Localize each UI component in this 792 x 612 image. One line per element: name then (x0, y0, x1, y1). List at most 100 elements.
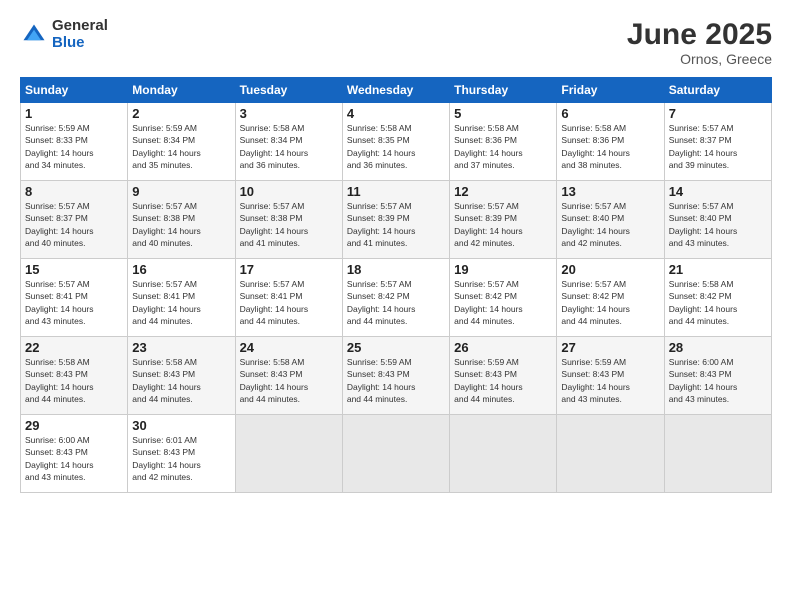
day-info: Sunrise: 5:57 AMSunset: 8:39 PMDaylight:… (454, 200, 552, 249)
day-cell: 26 Sunrise: 5:59 AMSunset: 8:43 PMDaylig… (450, 337, 557, 415)
day-cell (557, 415, 664, 493)
day-cell: 5 Sunrise: 5:58 AMSunset: 8:36 PMDayligh… (450, 103, 557, 181)
day-cell: 22 Sunrise: 5:58 AMSunset: 8:43 PMDaylig… (21, 337, 128, 415)
header-saturday: Saturday (664, 78, 771, 103)
day-cell: 6 Sunrise: 5:58 AMSunset: 8:36 PMDayligh… (557, 103, 664, 181)
day-info: Sunrise: 5:57 AMSunset: 8:38 PMDaylight:… (132, 200, 230, 249)
day-number: 27 (561, 340, 659, 355)
day-number: 2 (132, 106, 230, 121)
day-info: Sunrise: 5:58 AMSunset: 8:36 PMDaylight:… (561, 122, 659, 171)
day-number: 29 (25, 418, 123, 433)
day-number: 10 (240, 184, 338, 199)
day-cell: 23 Sunrise: 5:58 AMSunset: 8:43 PMDaylig… (128, 337, 235, 415)
day-cell: 8 Sunrise: 5:57 AMSunset: 8:37 PMDayligh… (21, 181, 128, 259)
day-info: Sunrise: 5:57 AMSunset: 8:39 PMDaylight:… (347, 200, 445, 249)
day-cell: 1 Sunrise: 5:59 AMSunset: 8:33 PMDayligh… (21, 103, 128, 181)
day-info: Sunrise: 5:57 AMSunset: 8:41 PMDaylight:… (132, 278, 230, 327)
day-info: Sunrise: 5:57 AMSunset: 8:38 PMDaylight:… (240, 200, 338, 249)
day-cell: 7 Sunrise: 5:57 AMSunset: 8:37 PMDayligh… (664, 103, 771, 181)
day-number: 30 (132, 418, 230, 433)
day-info: Sunrise: 5:59 AMSunset: 8:43 PMDaylight:… (454, 356, 552, 405)
day-cell: 16 Sunrise: 5:57 AMSunset: 8:41 PMDaylig… (128, 259, 235, 337)
day-info: Sunrise: 6:01 AMSunset: 8:43 PMDaylight:… (132, 434, 230, 483)
day-number: 28 (669, 340, 767, 355)
day-number: 8 (25, 184, 123, 199)
header-sunday: Sunday (21, 78, 128, 103)
day-number: 24 (240, 340, 338, 355)
day-cell: 13 Sunrise: 5:57 AMSunset: 8:40 PMDaylig… (557, 181, 664, 259)
day-info: Sunrise: 5:57 AMSunset: 8:42 PMDaylight:… (347, 278, 445, 327)
day-cell: 18 Sunrise: 5:57 AMSunset: 8:42 PMDaylig… (342, 259, 449, 337)
day-cell: 28 Sunrise: 6:00 AMSunset: 8:43 PMDaylig… (664, 337, 771, 415)
day-cell: 27 Sunrise: 5:59 AMSunset: 8:43 PMDaylig… (557, 337, 664, 415)
day-info: Sunrise: 5:57 AMSunset: 8:42 PMDaylight:… (561, 278, 659, 327)
day-info: Sunrise: 6:00 AMSunset: 8:43 PMDaylight:… (669, 356, 767, 405)
day-info: Sunrise: 5:59 AMSunset: 8:33 PMDaylight:… (25, 122, 123, 171)
logo-general: General (52, 18, 108, 35)
calendar-table: SundayMondayTuesdayWednesdayThursdayFrid… (20, 77, 772, 493)
header-monday: Monday (128, 78, 235, 103)
day-number: 5 (454, 106, 552, 121)
day-info: Sunrise: 5:58 AMSunset: 8:43 PMDaylight:… (132, 356, 230, 405)
day-number: 16 (132, 262, 230, 277)
day-cell (664, 415, 771, 493)
week-row-1: 8 Sunrise: 5:57 AMSunset: 8:37 PMDayligh… (21, 181, 772, 259)
header-wednesday: Wednesday (342, 78, 449, 103)
day-cell: 4 Sunrise: 5:58 AMSunset: 8:35 PMDayligh… (342, 103, 449, 181)
day-number: 15 (25, 262, 123, 277)
logo-text: General Blue (52, 18, 108, 51)
day-cell: 3 Sunrise: 5:58 AMSunset: 8:34 PMDayligh… (235, 103, 342, 181)
week-row-2: 15 Sunrise: 5:57 AMSunset: 8:41 PMDaylig… (21, 259, 772, 337)
day-info: Sunrise: 5:57 AMSunset: 8:37 PMDaylight:… (669, 122, 767, 171)
header-tuesday: Tuesday (235, 78, 342, 103)
day-info: Sunrise: 5:59 AMSunset: 8:34 PMDaylight:… (132, 122, 230, 171)
day-number: 21 (669, 262, 767, 277)
day-cell: 29 Sunrise: 6:00 AMSunset: 8:43 PMDaylig… (21, 415, 128, 493)
month-title: June 2025 (627, 18, 772, 51)
day-cell: 24 Sunrise: 5:58 AMSunset: 8:43 PMDaylig… (235, 337, 342, 415)
day-info: Sunrise: 5:57 AMSunset: 8:41 PMDaylight:… (240, 278, 338, 327)
day-info: Sunrise: 5:58 AMSunset: 8:34 PMDaylight:… (240, 122, 338, 171)
day-number: 13 (561, 184, 659, 199)
day-number: 25 (347, 340, 445, 355)
day-info: Sunrise: 5:58 AMSunset: 8:42 PMDaylight:… (669, 278, 767, 327)
day-cell (450, 415, 557, 493)
day-info: Sunrise: 5:58 AMSunset: 8:43 PMDaylight:… (25, 356, 123, 405)
day-number: 7 (669, 106, 767, 121)
day-number: 17 (240, 262, 338, 277)
day-cell: 12 Sunrise: 5:57 AMSunset: 8:39 PMDaylig… (450, 181, 557, 259)
day-info: Sunrise: 6:00 AMSunset: 8:43 PMDaylight:… (25, 434, 123, 483)
day-info: Sunrise: 5:58 AMSunset: 8:35 PMDaylight:… (347, 122, 445, 171)
day-info: Sunrise: 5:57 AMSunset: 8:37 PMDaylight:… (25, 200, 123, 249)
header-row: SundayMondayTuesdayWednesdayThursdayFrid… (21, 78, 772, 103)
day-info: Sunrise: 5:57 AMSunset: 8:41 PMDaylight:… (25, 278, 123, 327)
day-cell (235, 415, 342, 493)
day-cell: 30 Sunrise: 6:01 AMSunset: 8:43 PMDaylig… (128, 415, 235, 493)
day-info: Sunrise: 5:57 AMSunset: 8:40 PMDaylight:… (669, 200, 767, 249)
logo-icon (20, 21, 48, 49)
day-cell: 10 Sunrise: 5:57 AMSunset: 8:38 PMDaylig… (235, 181, 342, 259)
day-cell: 25 Sunrise: 5:59 AMSunset: 8:43 PMDaylig… (342, 337, 449, 415)
page: General Blue June 2025 Ornos, Greece Sun… (0, 0, 792, 612)
day-number: 20 (561, 262, 659, 277)
day-number: 11 (347, 184, 445, 199)
day-number: 3 (240, 106, 338, 121)
day-cell: 19 Sunrise: 5:57 AMSunset: 8:42 PMDaylig… (450, 259, 557, 337)
day-number: 22 (25, 340, 123, 355)
day-number: 19 (454, 262, 552, 277)
day-number: 26 (454, 340, 552, 355)
day-number: 12 (454, 184, 552, 199)
day-cell: 21 Sunrise: 5:58 AMSunset: 8:42 PMDaylig… (664, 259, 771, 337)
week-row-4: 29 Sunrise: 6:00 AMSunset: 8:43 PMDaylig… (21, 415, 772, 493)
day-cell: 2 Sunrise: 5:59 AMSunset: 8:34 PMDayligh… (128, 103, 235, 181)
week-row-3: 22 Sunrise: 5:58 AMSunset: 8:43 PMDaylig… (21, 337, 772, 415)
day-number: 18 (347, 262, 445, 277)
day-cell (342, 415, 449, 493)
day-cell: 20 Sunrise: 5:57 AMSunset: 8:42 PMDaylig… (557, 259, 664, 337)
logo-blue: Blue (52, 35, 108, 52)
day-info: Sunrise: 5:57 AMSunset: 8:40 PMDaylight:… (561, 200, 659, 249)
day-cell: 15 Sunrise: 5:57 AMSunset: 8:41 PMDaylig… (21, 259, 128, 337)
day-number: 1 (25, 106, 123, 121)
header: General Blue June 2025 Ornos, Greece (20, 18, 772, 67)
day-info: Sunrise: 5:58 AMSunset: 8:43 PMDaylight:… (240, 356, 338, 405)
